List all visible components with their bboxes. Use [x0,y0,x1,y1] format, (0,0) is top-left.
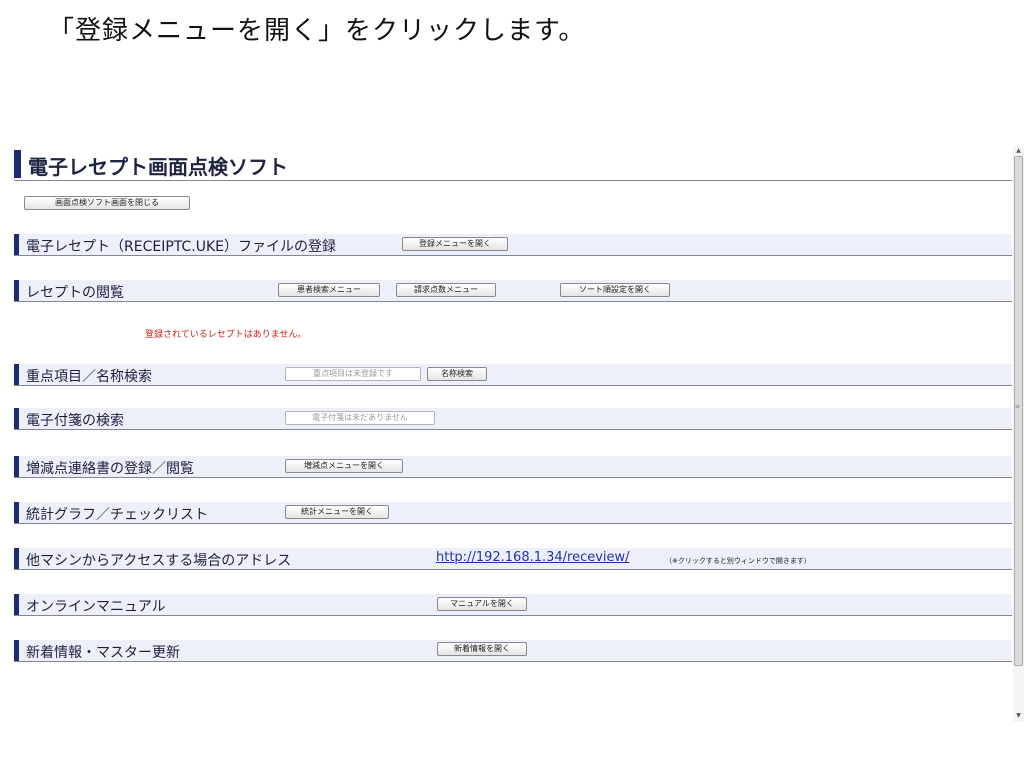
section-sticky-notes: 電子付箋の検索 [14,408,1012,430]
section-title-adjustment: 増減点連絡書の登録／閲覧 [26,461,194,477]
section-title-register: 電子レセプト（RECEIPTC.UKE）ファイルの登録 [26,239,336,255]
section-title-access: 他マシンからアクセスする場合のアドレス [26,553,292,569]
title-accent-bar [14,150,21,178]
priority-items-disabled-button: 重点項目は未登録です [285,367,421,381]
section-accent-bar [14,456,19,477]
open-register-menu-button[interactable]: 登録メニューを開く [402,237,508,251]
section-title-statistics: 統計グラフ／チェックリスト [26,507,208,523]
section-accent-bar [14,364,19,385]
section-title-priority: 重点項目／名称検索 [26,369,152,385]
grip-lines-icon: ≡ [1015,403,1021,410]
section-accent-bar [14,594,19,615]
instruction-text: 「登録メニューを開く」をクリックします。 [48,16,586,46]
section-register: 電子レセプト（RECEIPTC.UKE）ファイルの登録 [14,234,1012,256]
access-address-note: （※クリックすると別ウィンドウで開きます） [665,557,811,565]
billing-points-menu-button[interactable]: 請求点数メニュー [396,283,496,297]
app-header: 電子レセプト画面点検ソフト [14,146,1012,181]
open-news-button[interactable]: 新着情報を開く [437,642,527,656]
close-viewer-button[interactable]: 画面点検ソフト画面を閉じる [24,196,190,210]
name-search-button[interactable]: 名称検索 [427,367,487,381]
open-manual-button[interactable]: マニュアルを開く [437,597,527,611]
no-receipts-notice: 登録されているレセプトはありません。 [145,330,307,340]
section-title-manual: オンラインマニュアル [26,599,166,615]
section-title-sticky: 電子付箋の検索 [26,413,124,429]
section-accent-bar [14,280,19,301]
section-adjustment: 増減点連絡書の登録／閲覧 [14,456,1012,478]
section-accent-bar [14,502,19,523]
section-title-browse: レセプトの閲覧 [26,285,124,301]
section-priority: 重点項目／名称検索 [14,364,1012,386]
section-accent-bar [14,548,19,569]
scroll-down-arrow-icon[interactable]: ▼ [1014,712,1023,719]
open-adjustment-menu-button[interactable]: 増減点メニューを開く [285,459,403,473]
section-accent-bar [14,640,19,661]
section-accent-bar [14,234,19,255]
patient-search-menu-button[interactable]: 患者検索メニュー [278,283,380,297]
app-title: 電子レセプト画面点検ソフト [28,155,288,179]
access-address-link[interactable]: http://192.168.1.34/receview/ [436,550,630,565]
open-statistics-menu-button[interactable]: 統計メニューを開く [285,505,389,519]
open-sort-settings-button[interactable]: ソート順設定を開く [560,283,670,297]
sticky-notes-disabled-button: 電子付箋は未だありません [285,411,435,425]
section-statistics: 統計グラフ／チェックリスト [14,502,1012,524]
scroll-up-arrow-icon[interactable]: ▲ [1014,147,1023,154]
section-accent-bar [14,408,19,429]
section-browse: レセプトの閲覧 [14,280,1012,302]
section-title-news: 新着情報・マスター更新 [26,645,180,661]
